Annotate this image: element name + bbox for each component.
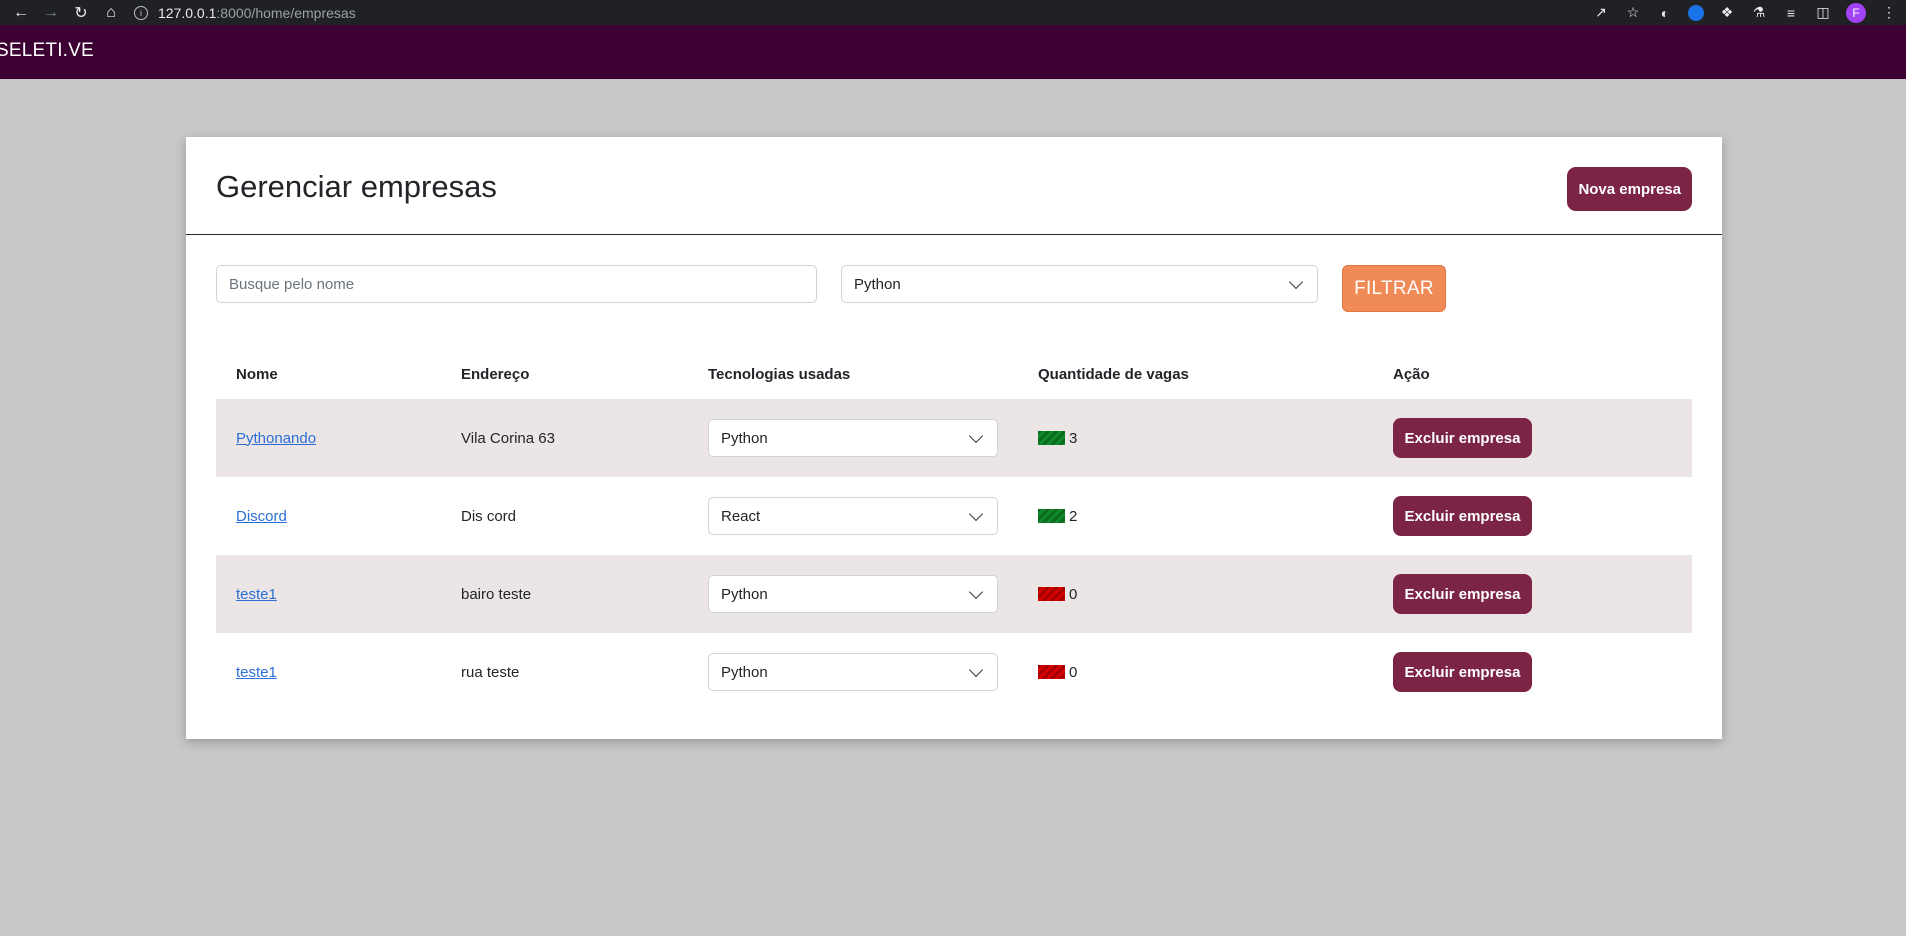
company-address: Vila Corina 63	[461, 429, 555, 447]
company-link[interactable]: teste1	[236, 586, 277, 603]
side-panel-icon[interactable]: ◫	[1814, 4, 1832, 21]
tech-select[interactable]: Python	[708, 575, 998, 613]
tech-filter-value: Python	[854, 275, 901, 293]
header-acao: Ação	[1393, 365, 1430, 383]
delete-company-button[interactable]: Excluir empresa	[1393, 418, 1532, 458]
tech-select-value: Python	[721, 585, 768, 603]
header-tecnologias: Tecnologias usadas	[708, 365, 851, 383]
reading-list-icon[interactable]: ≡	[1782, 5, 1800, 21]
home-icon[interactable]: ⌂	[96, 0, 126, 25]
company-link[interactable]: Pythonando	[236, 430, 316, 447]
delete-company-button[interactable]: Excluir empresa	[1393, 652, 1532, 692]
company-address: Dis cord	[461, 507, 517, 525]
companies-card: Gerenciar empresas Nova empresa Busque p…	[186, 137, 1722, 739]
tech-select-value: Python	[721, 429, 768, 447]
url-path: :8000/home/empresas	[216, 4, 356, 21]
header-nome: Nome	[236, 365, 278, 383]
info-icon[interactable]: i	[134, 5, 148, 20]
chevron-down-icon	[968, 662, 984, 677]
forward-icon[interactable]: →	[36, 0, 66, 25]
new-company-button[interactable]: Nova empresa	[1567, 167, 1692, 211]
search-input[interactable]: Busque pelo nome	[216, 265, 817, 303]
tech-filter-select[interactable]: Python	[841, 265, 1318, 303]
table-row: teste1 rua teste Python 0 Excluir empres…	[216, 633, 1692, 711]
company-address: rua teste	[461, 663, 520, 681]
delete-company-button[interactable]: Excluir empresa	[1393, 496, 1532, 536]
tech-select[interactable]: Python	[708, 419, 998, 457]
filter-button[interactable]: FILTRAR	[1342, 265, 1446, 312]
dark-mode-extension-icon[interactable]: ◐	[1656, 5, 1674, 21]
vagas-status-indicator	[1038, 665, 1065, 679]
vagas-status-indicator	[1038, 587, 1065, 601]
table-row: Discord Dis cord React 2 Excluir empresa	[216, 477, 1692, 555]
chevron-down-icon	[1288, 274, 1304, 289]
vagas-count: 3	[1069, 429, 1078, 447]
vagas-count: 2	[1069, 507, 1078, 525]
tech-select-value: React	[721, 507, 761, 525]
share-icon[interactable]: ↗	[1592, 4, 1610, 21]
vagas-count: 0	[1069, 585, 1078, 603]
back-icon[interactable]: ←	[6, 0, 36, 25]
page-title: Gerenciar empresas	[216, 169, 497, 204]
table-row: teste1 bairo teste Python 0 Excluir empr…	[216, 555, 1692, 633]
company-link[interactable]: Discord	[236, 508, 287, 525]
company-link[interactable]: teste1	[236, 664, 277, 681]
companies-table: Nome Endereço Tecnologias usadas Quantid…	[216, 349, 1692, 711]
tech-select-value: Python	[721, 663, 768, 681]
card-header: Gerenciar empresas Nova empresa	[186, 137, 1722, 235]
profile-avatar[interactable]: F	[1846, 2, 1866, 23]
header-quantidade: Quantidade de vagas	[1038, 365, 1189, 383]
filter-bar: Busque pelo nome Python FILTRAR	[216, 265, 1692, 315]
star-icon[interactable]: ☆	[1624, 4, 1642, 21]
brand-logo[interactable]: SELETI.VE	[0, 40, 94, 62]
delete-company-button[interactable]: Excluir empresa	[1393, 574, 1532, 614]
tech-select[interactable]: React	[708, 497, 998, 535]
tech-select[interactable]: Python	[708, 653, 998, 691]
chevron-down-icon	[968, 506, 984, 521]
table-header-row: Nome Endereço Tecnologias usadas Quantid…	[216, 349, 1692, 399]
company-address: bairo teste	[461, 585, 532, 603]
browser-toolbar: ← → ↻ ⌂ i 127.0.0.1:8000/home/empresas ↗…	[0, 0, 1906, 25]
puzzle-icon[interactable]: ❖	[1718, 4, 1736, 21]
header-endereco: Endereço	[461, 365, 530, 383]
vagas-status-indicator	[1038, 431, 1065, 445]
address-bar[interactable]: i 127.0.0.1:8000/home/empresas	[134, 5, 356, 21]
vagas-status-indicator	[1038, 509, 1065, 523]
extension-blue-icon[interactable]	[1688, 4, 1704, 21]
reload-icon[interactable]: ↻	[66, 0, 96, 25]
chevron-down-icon	[968, 428, 984, 443]
vagas-count: 0	[1069, 663, 1078, 681]
flask-icon[interactable]: ⚗	[1750, 4, 1768, 21]
menu-icon[interactable]: ⋮	[1880, 4, 1898, 21]
app-navbar: SELETI.VE	[0, 25, 1906, 79]
chevron-down-icon	[968, 584, 984, 599]
url-host: 127.0.0.1	[158, 4, 217, 21]
table-row: Pythonando Vila Corina 63 Python 3 Exclu…	[216, 399, 1692, 477]
